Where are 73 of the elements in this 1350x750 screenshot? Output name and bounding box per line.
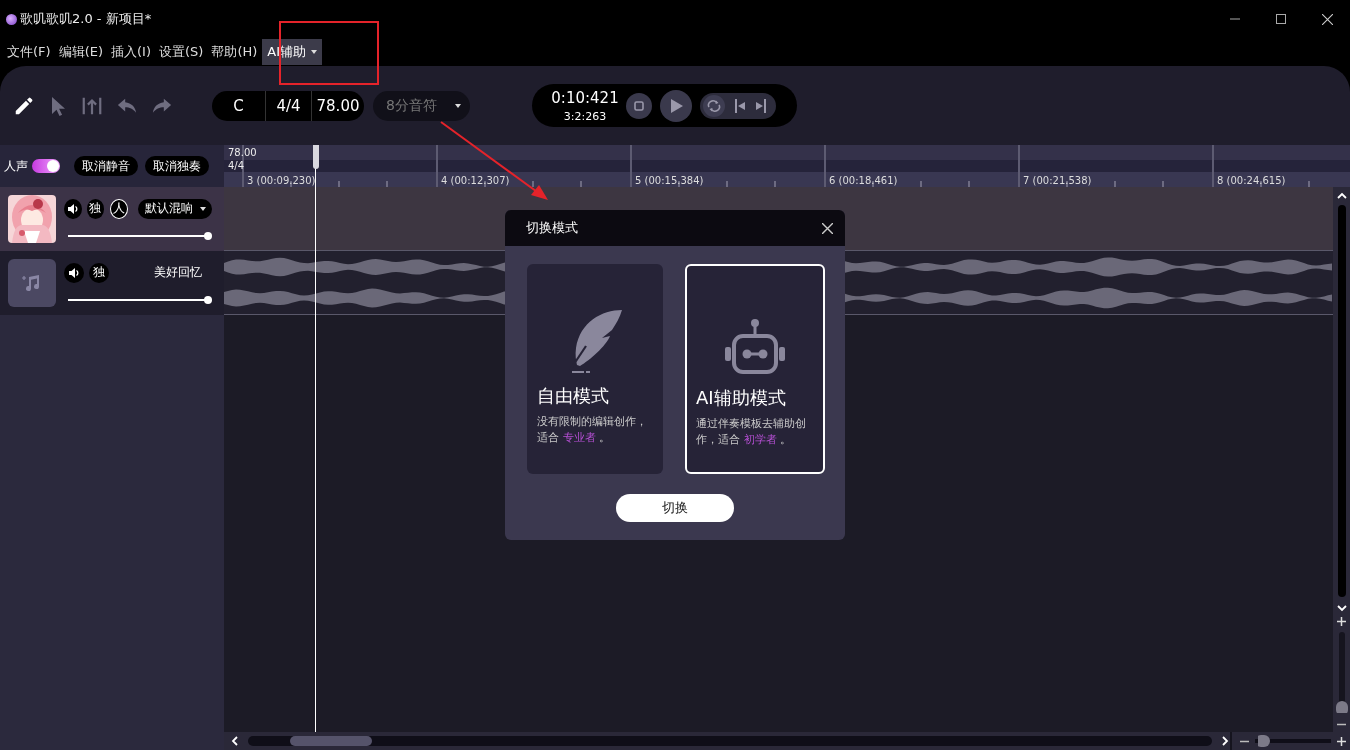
- tempo-value[interactable]: 78.00: [312, 90, 364, 121]
- caret-icon: [455, 103, 461, 108]
- vocal-toggle[interactable]: [32, 159, 60, 173]
- scroll-up-icon[interactable]: [1336, 191, 1347, 201]
- position-display: 3:2:263: [563, 109, 607, 123]
- volume-slider[interactable]: [68, 231, 212, 240]
- mode-description: 通过伴奏模板去辅助创作，适合 初学者 。: [696, 416, 807, 448]
- reverb-dropdown[interactable]: 默认混响: [138, 198, 212, 219]
- mute-button[interactable]: [64, 262, 84, 283]
- vertical-scrollbar[interactable]: [1333, 187, 1350, 732]
- dialog-title: 切换模式: [526, 219, 578, 237]
- bar-label: 7 (00:21.538): [1022, 175, 1092, 187]
- toggle-label: 人声: [4, 157, 28, 175]
- mode-description: 没有限制的编辑创作，适合 专业者 。: [537, 414, 648, 446]
- horizontal-scrollbar[interactable]: [248, 736, 1212, 746]
- scroll-left-icon[interactable]: [230, 736, 240, 746]
- speaker-icon: [66, 202, 79, 215]
- playhead-handle[interactable]: [313, 145, 319, 169]
- mode-card[interactable]: AI辅助模式 通过伴奏模板去辅助创作，适合 初学者 。: [685, 264, 825, 474]
- time-display: 0:10:421: [551, 88, 619, 107]
- music-note-icon: [22, 273, 42, 293]
- switch-button[interactable]: 切换: [616, 494, 734, 522]
- speaker-icon: [68, 266, 80, 279]
- app-logo-icon: [6, 13, 17, 25]
- plus-icon[interactable]: [1337, 736, 1346, 746]
- play-icon: [669, 97, 683, 114]
- solo-button[interactable]: 独: [86, 198, 105, 219]
- loop-icon[interactable]: [707, 99, 721, 112]
- zoom-thumb[interactable]: [1255, 735, 1271, 747]
- menu-item[interactable]: 设置(S): [155, 39, 207, 65]
- skip-to-start-icon[interactable]: [734, 98, 746, 113]
- bar-label: 5 (00:15.384): [634, 175, 704, 187]
- menu-item[interactable]: 编辑(E): [55, 39, 106, 65]
- bar-label: 3 (00:09.230): [246, 175, 316, 187]
- mute-button[interactable]: [64, 198, 82, 219]
- bar-label: 8 (00:24.615): [1216, 175, 1286, 187]
- close-icon[interactable]: [822, 222, 833, 234]
- track-name: 美好回忆: [154, 264, 202, 281]
- solo-button[interactable]: 独: [89, 262, 109, 283]
- tempo-marker: 78.00: [228, 146, 257, 159]
- header-button[interactable]: 取消静音: [74, 156, 138, 176]
- plus-icon[interactable]: [1337, 617, 1346, 626]
- scroll-right-icon[interactable]: [1220, 736, 1230, 746]
- play-button[interactable]: [660, 89, 692, 122]
- bar-label: 6 (00:18.461): [828, 175, 898, 187]
- vertical-zoom-slider[interactable]: [1335, 632, 1348, 716]
- maximize-icon[interactable]: [1276, 14, 1286, 24]
- slider-thumb[interactable]: [204, 231, 212, 240]
- slider-thumb[interactable]: [204, 295, 212, 304]
- stop-button[interactable]: [626, 92, 652, 119]
- menu-item[interactable]: 帮助(H): [208, 39, 261, 65]
- menu-item[interactable]: 文件(F): [4, 39, 54, 65]
- mode-card[interactable]: 自由模式 没有限制的编辑创作，适合 专业者 。: [527, 264, 663, 474]
- stop-icon: [634, 100, 644, 111]
- menu-item[interactable]: 插入(I): [108, 39, 154, 65]
- zoom-thumb[interactable]: [1335, 701, 1348, 716]
- close-icon[interactable]: [1321, 13, 1333, 25]
- mode-title: 自由模式: [537, 384, 610, 408]
- volume-slider[interactable]: [68, 295, 212, 304]
- meter-marker: 4/4: [228, 159, 246, 172]
- note-value-dropdown[interactable]: 8分音符: [373, 90, 470, 121]
- window-title: 歌叽歌叽2.0 - 新项目*: [20, 10, 152, 28]
- robot-icon: [723, 318, 787, 376]
- voice-button[interactable]: 人: [110, 198, 128, 219]
- bar-label: 4 (00:12.307): [440, 175, 510, 187]
- mode-title: AI辅助模式: [696, 386, 787, 410]
- header-button[interactable]: 取消独奏: [145, 156, 209, 176]
- scroll-down-icon[interactable]: [1336, 603, 1347, 613]
- menu-item[interactable]: AI辅助: [262, 39, 323, 65]
- key-value[interactable]: C: [212, 90, 265, 121]
- time-signature[interactable]: 4/4: [266, 90, 311, 121]
- skip-to-end-icon[interactable]: [755, 98, 767, 113]
- caret-icon: [200, 206, 206, 211]
